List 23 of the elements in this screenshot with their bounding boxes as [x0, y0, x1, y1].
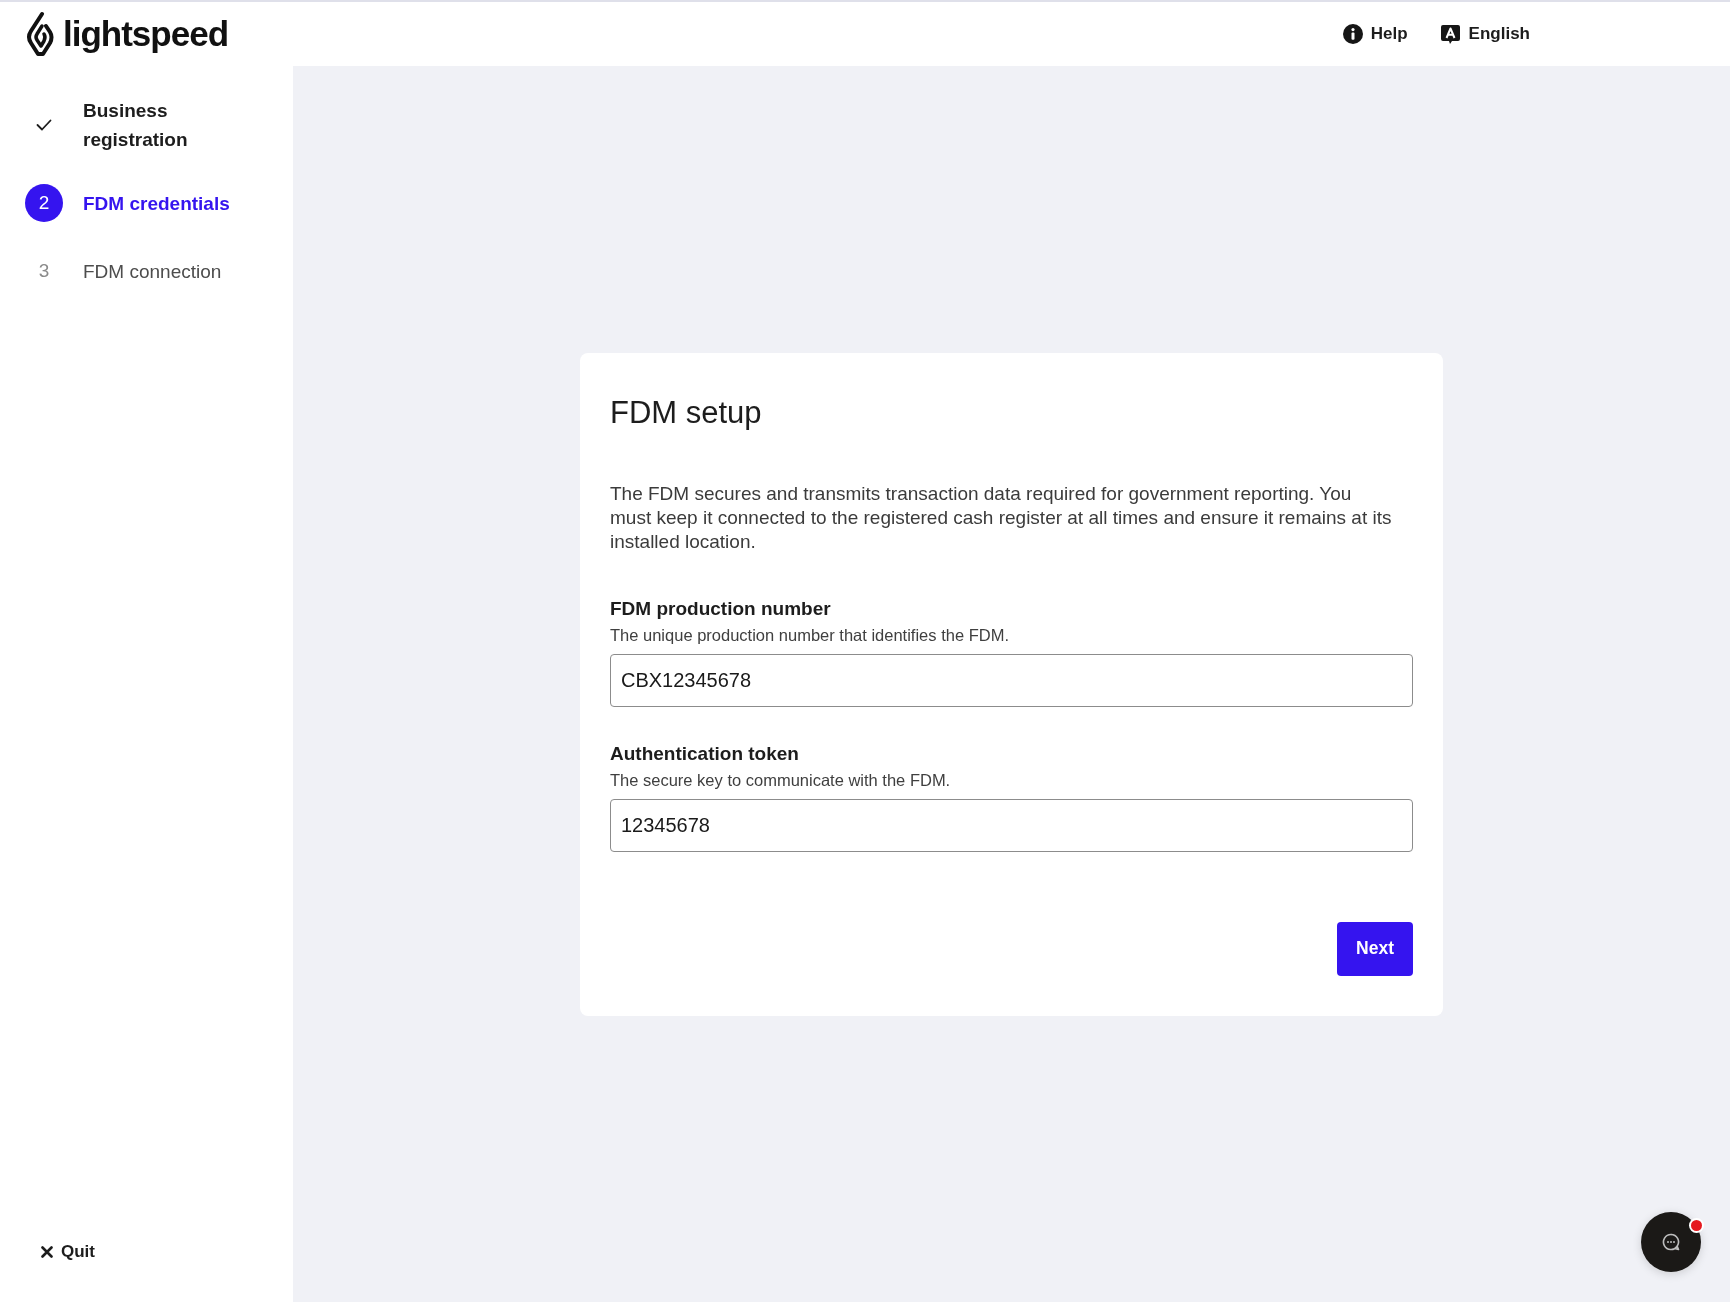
card-description: The FDM secures and transmits transaction data required for government reporting. You must keep it connected to the registered cash register at all times and ensure it remains at its installed location.	[610, 481, 1393, 554]
language-icon	[1439, 23, 1461, 45]
flame-logo-icon	[26, 11, 54, 57]
input-field[interactable]: 12345678	[610, 798, 1413, 852]
chat-icon	[1662, 1233, 1680, 1251]
close-icon	[41, 1246, 53, 1258]
next-button[interactable]: Next	[1337, 921, 1413, 976]
info-icon	[1342, 24, 1363, 44]
step-label: FDM credentials	[83, 191, 231, 216]
input-field[interactable]: CBX12345678	[610, 653, 1413, 707]
quit-button[interactable]: Quit	[41, 1242, 95, 1262]
step-label: FDM connection	[83, 259, 223, 284]
field-label: FDM production number	[610, 596, 832, 621]
step-label: Business registration	[83, 99, 189, 152]
card-title: FDM setup	[610, 393, 763, 432]
field-label: Authentication token	[610, 741, 800, 766]
field-hint: The unique production number that identifies the FDM.	[610, 624, 1010, 646]
language-button[interactable]: English	[1439, 23, 1530, 45]
step-number: 3	[38, 259, 50, 283]
brand-wordmark: lightspeed	[63, 14, 229, 54]
step-number-badge: 2	[25, 184, 63, 222]
help-link[interactable]: Help	[1342, 24, 1408, 44]
field-hint: The secure key to communicate with the FDM.	[610, 769, 952, 791]
